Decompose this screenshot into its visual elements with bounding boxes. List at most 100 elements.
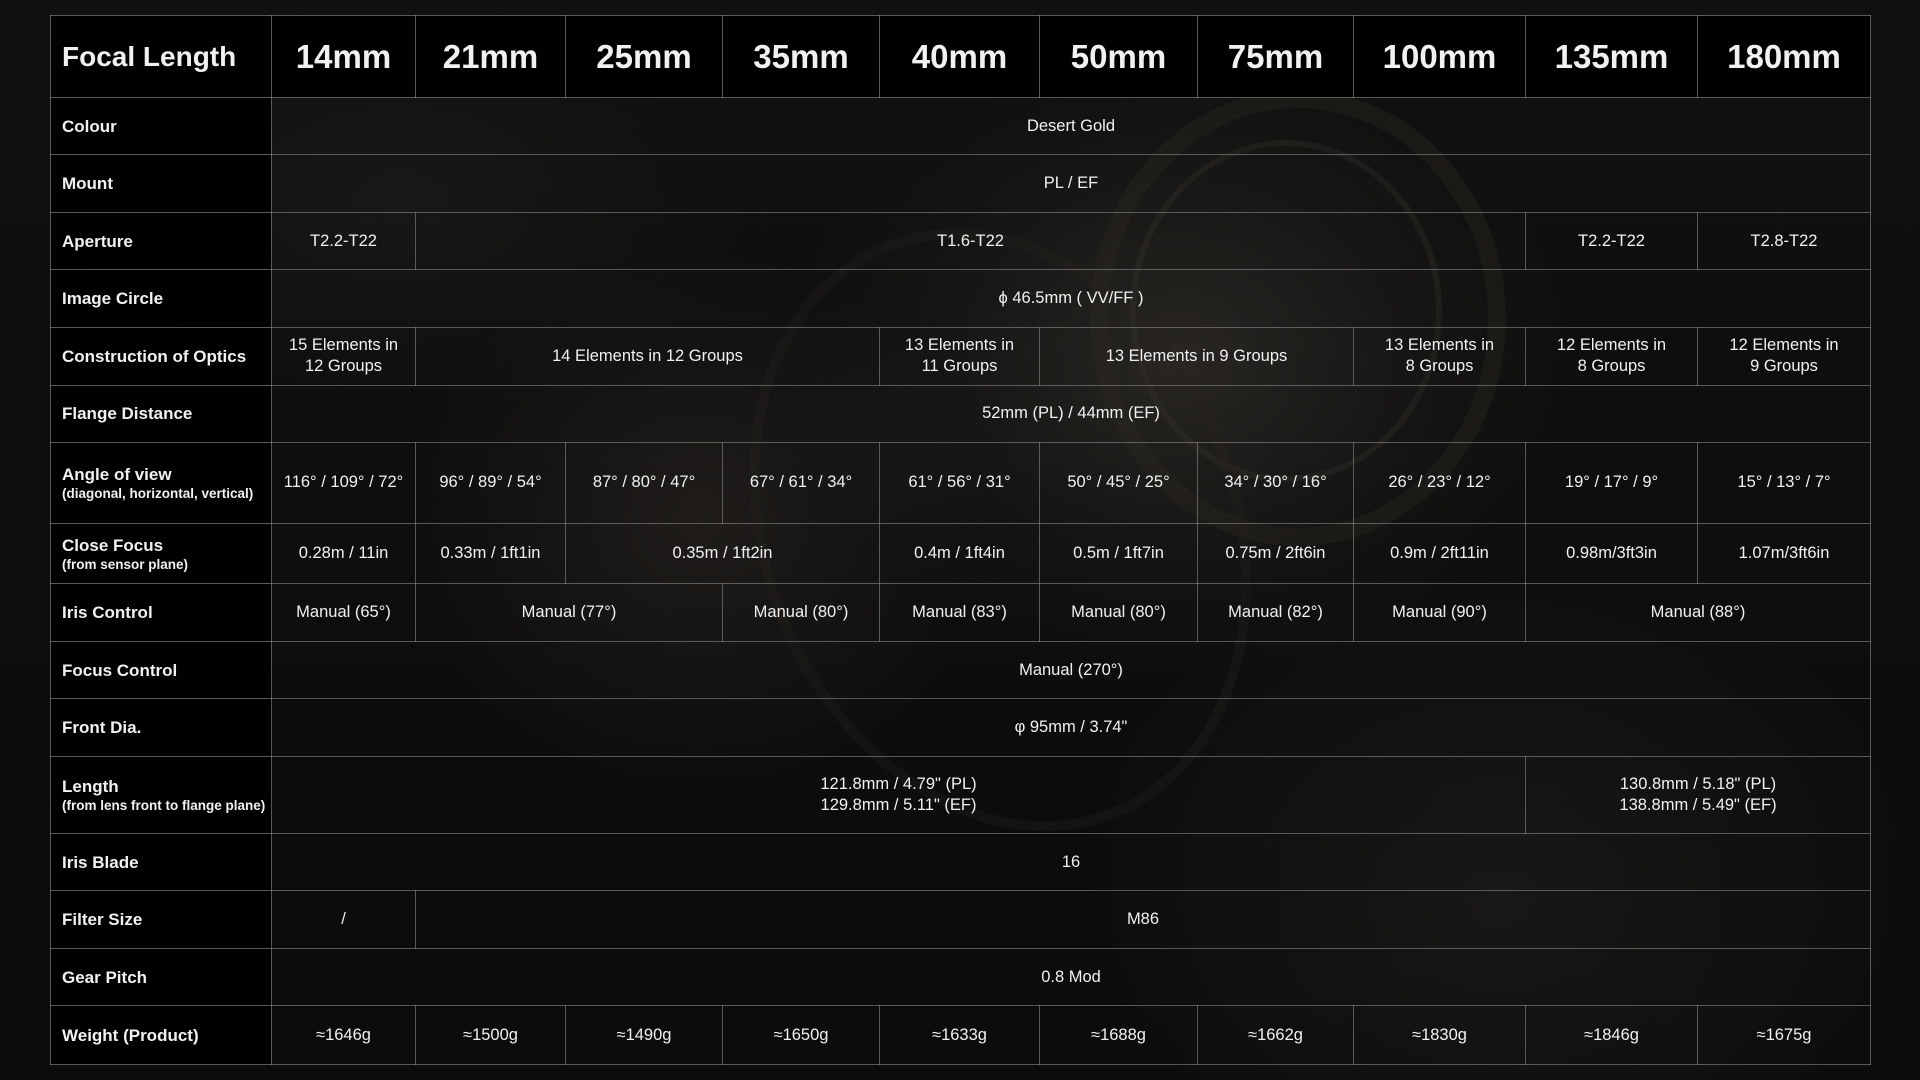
background-photo: Focal Length 14mm 21mm 25mm 35mm 40mm 50… (0, 0, 1920, 1080)
spec-cell: 15° / 13° / 7° (1697, 442, 1871, 524)
spec-cell: T2.2-T22 (1525, 211, 1698, 271)
spec-cell: Manual (90°) (1353, 583, 1526, 642)
row-label-text: Close Focus (62, 535, 164, 555)
spec-cell: 0.8 Mod (271, 947, 1871, 1007)
row-front-dia: Front Dia. φ 95mm / 3.74" (50, 698, 1871, 758)
spec-cell: ≈1662g (1197, 1005, 1354, 1065)
row-filter-size: Filter Size / M86 (50, 890, 1871, 949)
spec-cell: 13 Elements in 11 Groups (879, 326, 1040, 386)
spec-cell: 16 (271, 832, 1871, 892)
spec-cell: T2.8-T22 (1697, 211, 1871, 271)
spec-cell: ≈1633g (879, 1005, 1040, 1065)
row-mount: Mount PL / EF (50, 154, 1871, 213)
spec-cell: M86 (415, 890, 1871, 949)
row-sublabel: (from lens front to flange plane) (62, 797, 266, 813)
spec-cell: PL / EF (271, 154, 1871, 213)
spec-cell: Manual (65°) (271, 583, 416, 642)
spec-cell: ≈1650g (722, 1005, 880, 1065)
spec-cell: 130.8mm / 5.18" (PL) 138.8mm / 5.49" (EF… (1525, 756, 1871, 834)
spec-cell: 0.9m / 2ft11in (1353, 522, 1526, 585)
spec-cell: 96° / 89° / 54° (415, 442, 566, 524)
row-flange-distance: Flange Distance 52mm (PL) / 44mm (EF) (50, 384, 1871, 444)
row-label: Iris Blade (50, 832, 272, 892)
spec-cell: Manual (82°) (1197, 583, 1354, 642)
spec-cell: φ 95mm / 3.74" (271, 698, 1871, 758)
row-label: Focus Control (50, 640, 272, 700)
row-label: Colour (50, 96, 272, 156)
spec-cell: 50° / 45° / 25° (1039, 442, 1198, 524)
spec-cell: / (271, 890, 416, 949)
spec-cell: Manual (80°) (1039, 583, 1198, 642)
spec-cell: 13 Elements in 9 Groups (1039, 326, 1354, 386)
row-label: Front Dia. (50, 698, 272, 758)
row-label-text: Length (62, 776, 119, 796)
spec-cell: Manual (270°) (271, 640, 1871, 700)
spec-cell: Manual (88°) (1525, 583, 1871, 642)
spec-cell: Manual (77°) (415, 583, 723, 642)
row-close-focus: Close Focus (from sensor plane) 0.28m / … (50, 522, 1871, 585)
lens-spec-table: Focal Length 14mm 21mm 25mm 35mm 40mm 50… (50, 15, 1871, 1065)
spec-cell: 87° / 80° / 47° (565, 442, 723, 524)
row-aperture: Aperture T2.2-T22 T1.6-T22 T2.2-T22 T2.8… (50, 211, 1871, 271)
row-sublabel: (from sensor plane) (62, 556, 189, 572)
row-label: Filter Size (50, 890, 272, 949)
row-iris-control: Iris Control Manual (65°) Manual (77°) M… (50, 583, 1871, 642)
row-weight: Weight (Product) ≈1646g ≈1500g ≈1490g ≈1… (50, 1005, 1871, 1065)
spec-cell: 15 Elements in 12 Groups (271, 326, 416, 386)
spec-cell: Desert Gold (271, 96, 1871, 156)
spec-cell: 61° / 56° / 31° (879, 442, 1040, 524)
spec-cell: 0.4m / 1ft4in (879, 522, 1040, 585)
spec-cell: 116° / 109° / 72° (271, 442, 416, 524)
row-optics: Construction of Optics 15 Elements in 12… (50, 326, 1871, 386)
row-label: Image Circle (50, 269, 272, 328)
spec-cell: 67° / 61° / 34° (722, 442, 880, 524)
row-gear-pitch: Gear Pitch 0.8 Mod (50, 947, 1871, 1007)
row-colour: Colour Desert Gold (50, 96, 1871, 156)
focal-length-header: 50mm (1039, 15, 1198, 98)
header-label: Focal Length (50, 15, 272, 98)
spec-cell: ≈1846g (1525, 1005, 1698, 1065)
header-row: Focal Length 14mm 21mm 25mm 35mm 40mm 50… (50, 15, 1871, 98)
row-label: Construction of Optics (50, 326, 272, 386)
spec-cell: ≈1675g (1697, 1005, 1871, 1065)
spec-cell: 0.5m / 1ft7in (1039, 522, 1198, 585)
spec-cell: 0.75m / 2ft6in (1197, 522, 1354, 585)
spec-cell: 26° / 23° / 12° (1353, 442, 1526, 524)
spec-cell: 12 Elements in 9 Groups (1697, 326, 1871, 386)
spec-cell: 0.98m/3ft3in (1525, 522, 1698, 585)
row-length: Length (from lens front to flange plane)… (50, 756, 1871, 834)
row-label-text: Angle of view (62, 464, 172, 484)
row-label: Gear Pitch (50, 947, 272, 1007)
spec-cell: Manual (83°) (879, 583, 1040, 642)
focal-length-header: 21mm (415, 15, 566, 98)
spec-cell: 0.35m / 1ft2in (565, 522, 880, 585)
focal-length-header: 100mm (1353, 15, 1526, 98)
spec-cell: ≈1500g (415, 1005, 566, 1065)
spec-cell: 0.28m / 11in (271, 522, 416, 585)
row-label: Angle of view (diagonal, horizontal, ver… (50, 442, 272, 524)
row-label: Aperture (50, 211, 272, 271)
spec-cell: 12 Elements in 8 Groups (1525, 326, 1698, 386)
focal-length-header: 180mm (1697, 15, 1871, 98)
spec-cell: 13 Elements in 8 Groups (1353, 326, 1526, 386)
spec-cell: ≈1490g (565, 1005, 723, 1065)
row-iris-blade: Iris Blade 16 (50, 832, 1871, 892)
spec-cell: T2.2-T22 (271, 211, 416, 271)
spec-cell: ≈1688g (1039, 1005, 1198, 1065)
focal-length-header: 75mm (1197, 15, 1354, 98)
spec-cell: 19° / 17° / 9° (1525, 442, 1698, 524)
spec-cell: ϕ 46.5mm ( VV/FF ) (271, 269, 1871, 328)
spec-cell: 52mm (PL) / 44mm (EF) (271, 384, 1871, 444)
focal-length-header: 40mm (879, 15, 1040, 98)
row-label: Mount (50, 154, 272, 213)
spec-cell: 121.8mm / 4.79" (PL) 129.8mm / 5.11" (EF… (271, 756, 1526, 834)
spec-cell: ≈1646g (271, 1005, 416, 1065)
focal-length-header: 25mm (565, 15, 723, 98)
row-label: Flange Distance (50, 384, 272, 444)
focal-length-header: 35mm (722, 15, 880, 98)
spec-cell: 1.07m/3ft6in (1697, 522, 1871, 585)
spec-cell: 0.33m / 1ft1in (415, 522, 566, 585)
row-sublabel: (diagonal, horizontal, vertical) (62, 485, 254, 501)
spec-cell: Manual (80°) (722, 583, 880, 642)
row-label: Iris Control (50, 583, 272, 642)
